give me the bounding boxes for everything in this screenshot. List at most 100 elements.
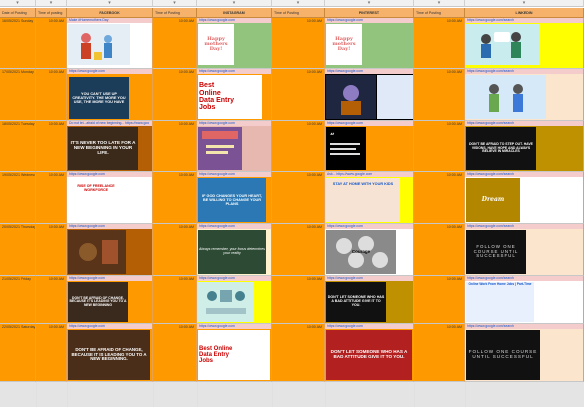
column-header-a[interactable]: ▾ <box>0 0 36 7</box>
li-time-cell[interactable]: 10:00 AM <box>414 172 465 224</box>
chevron-down-icon: ▾ <box>232 0 236 6</box>
facebook-post-image: DON'T BE AFRAID OF CHANGE, BECAUSE IT IS… <box>68 330 150 380</box>
date-cell[interactable]: 20/05/2021 Thursday <box>0 224 36 276</box>
linkedin-post-image: Online Work From Home Jobs | Part-Time <box>466 282 534 322</box>
linkedin-cell[interactable]: https://www.google.com/search <box>465 69 584 121</box>
ig-time-cell[interactable]: 10:00 AM <box>153 224 197 276</box>
pinterest-cell[interactable]: https://www.google.com Happy mothers Day… <box>325 18 414 69</box>
grid-divider <box>272 382 273 407</box>
linkedin-cell[interactable]: https://www.google.com/search Dream <box>465 172 584 224</box>
chevron-down-icon: ▾ <box>173 0 176 6</box>
facebook-cell[interactable]: https://www.google.com RISE OF FREELANCE… <box>67 172 153 224</box>
ig-time-cell[interactable]: 10:00 AM <box>153 324 197 382</box>
linkedin-cell[interactable]: https://www.google.com/search DON'T BE A… <box>465 121 584 172</box>
instagram-cell[interactable]: https://www.google.com Happy mothers Day… <box>197 18 272 69</box>
date-cell[interactable]: 16/05/2021 Sunday <box>0 18 36 69</box>
ig-time-cell[interactable]: 10:00 AM <box>153 69 197 121</box>
facebook-post-image: DON'T BE AFRAID OF CHANGE, BECAUSE IT'S … <box>68 282 128 322</box>
facebook-post-image <box>68 230 126 274</box>
time-cell[interactable]: 10:00 AM <box>36 172 67 224</box>
column-header-g[interactable]: ▾ <box>325 0 414 7</box>
column-header-i[interactable]: ▾ <box>465 0 584 7</box>
facebook-post-image: IT'S NEVER TOO LATE FOR A NEW BEGINNING … <box>68 127 138 170</box>
pinterest-post-image: DON'T LET SOMEONE WHO HAS A BAD ATTITUDE… <box>326 330 412 380</box>
column-header-d[interactable]: ▾ <box>153 0 197 7</box>
pin-time-cell[interactable]: 10:00 AM <box>272 121 325 172</box>
empty-grid[interactable] <box>0 382 584 407</box>
header-time[interactable]: Time of posting <box>36 8 67 18</box>
svg-text:“: “ <box>330 131 335 141</box>
header-instagram[interactable]: INSTAGRAM <box>197 8 272 18</box>
header-pin-time[interactable]: Time of Posting <box>272 8 325 18</box>
pinterest-cell[interactable]: Ask... https://www.google.com STAY AT HO… <box>325 172 414 224</box>
grid-divider <box>67 382 68 407</box>
li-time-cell[interactable]: 10:00 AM <box>414 121 465 172</box>
pinterest-cell[interactable]: https://www.google.com DON'T LET SOMEONE… <box>325 324 414 382</box>
table-row: 20/05/2021 Thursday 10:00 AM https://www… <box>0 224 584 276</box>
pin-time-cell[interactable]: 10:00 AM <box>272 18 325 69</box>
facebook-cell[interactable]: https://www.google.com <box>67 224 153 276</box>
facebook-cell[interactable]: https://www.google.com DON'T BE AFRAID O… <box>67 276 153 324</box>
ig-time-cell[interactable]: 10:00 AM <box>153 18 197 69</box>
instagram-post-image: IF GOD CHANGES YOUR HEART, BE WILLING TO… <box>198 178 266 222</box>
instagram-cell[interactable]: https://www.google.com Best Online Data … <box>197 69 272 121</box>
time-cell[interactable]: 10:00 AM <box>36 224 67 276</box>
date-cell[interactable]: 21/05/2021 Friday <box>0 276 36 324</box>
time-cell[interactable]: 10:00 AM <box>36 69 67 121</box>
header-facebook[interactable]: FACEBOOK <box>67 8 153 18</box>
time-cell[interactable]: 10:00 AM <box>36 276 67 324</box>
pinterest-cell[interactable]: https://www.google.com Courage <box>325 224 414 276</box>
date-cell[interactable]: 18/05/2021 Tuesday <box>0 121 36 172</box>
date-cell[interactable]: 22/05/2021 Saturday <box>0 324 36 382</box>
header-li-time[interactable]: Time of Posting <box>414 8 465 18</box>
instagram-cell[interactable]: https://www.google.com <box>197 276 272 324</box>
facebook-cell[interactable]: https://www.google.com YOU CAN'T USE UP … <box>67 69 153 121</box>
pinterest-cell[interactable]: https://www.google.com <box>325 69 414 121</box>
instagram-cell[interactable]: https://www.google.com Always remember, … <box>197 224 272 276</box>
date-cell[interactable]: 19/05/2021 Wednesday <box>0 172 36 224</box>
ig-time-cell[interactable]: 10:00 AM <box>153 172 197 224</box>
column-header-f[interactable]: ▾ <box>272 0 325 7</box>
pinterest-cell[interactable]: https://www.google.com “ <box>325 121 414 172</box>
instagram-cell[interactable]: https://www.google.com Best Online Data … <box>197 324 272 382</box>
column-header-b[interactable]: ▾ <box>36 0 67 7</box>
li-time-cell[interactable]: 10:00 AM <box>414 276 465 324</box>
table-row: 21/05/2021 Friday 10:00 AM https://www.g… <box>0 276 584 324</box>
linkedin-post-image: FOLLOW ONE COURSE UNTIL SUCCESSFUL <box>466 330 540 380</box>
header-date[interactable]: Date of Posting <box>0 8 36 18</box>
date-cell[interactable]: 17/05/2021 Monday <box>0 69 36 121</box>
pin-time-cell[interactable]: 10:00 AM <box>272 224 325 276</box>
linkedin-cell[interactable]: https://www.google.com/search FOLLOW ONE… <box>465 224 584 276</box>
column-header-c[interactable]: ▾ <box>67 0 153 7</box>
header-ig-time[interactable]: Time of Posting <box>153 8 197 18</box>
pin-time-cell[interactable]: 10:00 AM <box>272 276 325 324</box>
linkedin-cell[interactable]: https://www.google.com/search FOLLOW ONE… <box>465 324 584 382</box>
instagram-cell[interactable]: https://www.google.com <box>197 121 272 172</box>
li-time-cell[interactable]: 10:00 AM <box>414 224 465 276</box>
facebook-cell[interactable]: Do not let...afraid of new beginning... … <box>67 121 153 172</box>
pin-time-cell[interactable]: 10:00 AM <box>272 172 325 224</box>
li-time-cell[interactable]: 10:00 AM <box>414 69 465 121</box>
instagram-post-image <box>198 127 242 170</box>
linkedin-cell[interactable]: https://www.google.com/search Online Wor… <box>465 276 584 324</box>
facebook-cell[interactable]: Make #Homemothers Day <box>67 18 153 69</box>
pin-time-cell[interactable]: 10:00 AM <box>272 324 325 382</box>
time-cell[interactable]: 10:00 AM <box>36 324 67 382</box>
column-header-h[interactable]: ▾ <box>414 0 465 7</box>
ig-time-cell[interactable]: 10:00 AM <box>153 121 197 172</box>
pinterest-cell[interactable]: https://www.google.com DON'T LET SOMEONE… <box>325 276 414 324</box>
header-linkedin[interactable]: LINKEDIN <box>465 8 584 18</box>
li-time-cell[interactable]: 10:00 AM <box>414 18 465 69</box>
header-pinterest[interactable]: PINTEREST <box>325 8 414 18</box>
column-header-e[interactable]: ▾ <box>197 0 272 7</box>
instagram-cell[interactable]: https://www.google.com IF GOD CHANGES YO… <box>197 172 272 224</box>
pinterest-post-image <box>326 75 376 119</box>
ig-time-cell[interactable]: 10:00 AM <box>153 276 197 324</box>
li-time-cell[interactable]: 10:00 AM <box>414 324 465 382</box>
pinterest-post-image: “ <box>326 127 366 170</box>
pin-time-cell[interactable]: 10:00 AM <box>272 69 325 121</box>
facebook-cell[interactable]: https://www.google.com DON'T BE AFRAID O… <box>67 324 153 382</box>
linkedin-cell[interactable]: https://www.google.com/search <box>465 18 584 69</box>
time-cell[interactable]: 10:00 AM <box>36 18 67 69</box>
time-cell[interactable]: 10:00 AM <box>36 121 67 172</box>
